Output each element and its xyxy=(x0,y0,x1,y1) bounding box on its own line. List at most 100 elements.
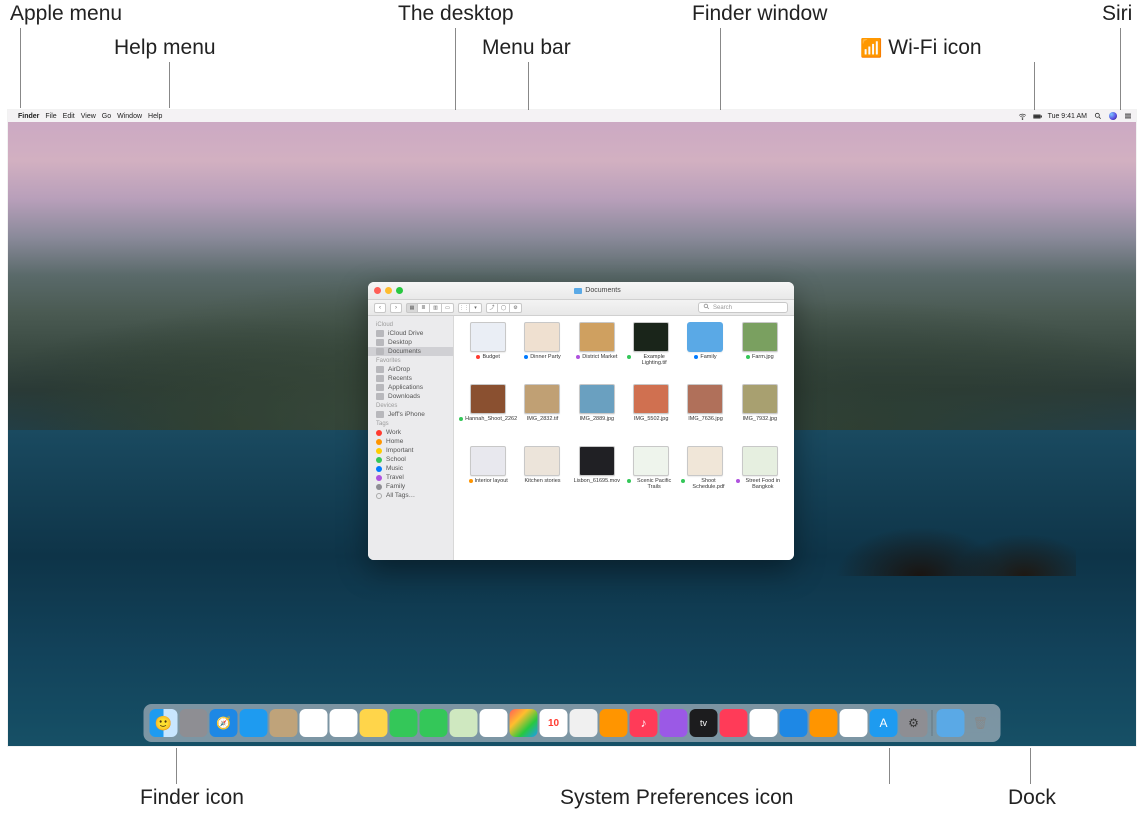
dock-notes-icon[interactable] xyxy=(360,709,388,737)
file-item[interactable]: Dinner Party xyxy=(516,322,568,380)
file-item[interactable]: IMG_7932.jpg xyxy=(734,384,786,442)
finder-window[interactable]: Documents ‹ › ▦ ≣ ▥ ▭ ⋮⋮ ▾ ⤴ ◯ ⚙ xyxy=(368,282,794,560)
dock-music-icon[interactable]: ♪ xyxy=(630,709,658,737)
file-item[interactable]: Example Lighting.tif xyxy=(625,322,677,380)
menu-go[interactable]: Go xyxy=(102,113,111,120)
wifi-status-icon[interactable] xyxy=(1018,112,1027,121)
file-item[interactable]: Shoot Schedule.pdf xyxy=(679,446,731,504)
siri-icon[interactable] xyxy=(1108,112,1117,121)
dock-system-preferences-icon[interactable]: ⚙ xyxy=(900,709,928,737)
menu-window[interactable]: Window xyxy=(117,113,142,120)
file-item[interactable]: Farm.jpg xyxy=(734,322,786,380)
file-item[interactable]: IMG_2889.jpg xyxy=(571,384,623,442)
dock-app-store-icon[interactable]: A xyxy=(870,709,898,737)
sidebar-item-applications[interactable]: Applications xyxy=(368,383,453,392)
dock-facetime-icon[interactable] xyxy=(420,709,448,737)
file-item[interactable]: Hannah_Shoot_2262 xyxy=(462,384,514,442)
sidebar-item-important[interactable]: Important xyxy=(368,446,453,455)
dock-keynote-icon[interactable] xyxy=(780,709,808,737)
dock-cal-date-icon[interactable]: 10 xyxy=(540,709,568,737)
dock-tv-icon[interactable]: tv xyxy=(690,709,718,737)
dock-photos-icon[interactable] xyxy=(480,709,508,737)
gallery-view-button[interactable]: ▭ xyxy=(442,303,454,313)
sidebar-header: Devices xyxy=(368,401,453,410)
close-button[interactable] xyxy=(374,287,381,294)
file-item[interactable]: Scenic Pacific Trails xyxy=(625,446,677,504)
dock-pages-icon[interactable] xyxy=(810,709,838,737)
dock-launchpad-icon[interactable] xyxy=(180,709,208,737)
minimize-button[interactable] xyxy=(385,287,392,294)
file-label-text: IMG_2889.jpg xyxy=(580,416,615,422)
dock-podcasts-icon[interactable] xyxy=(660,709,688,737)
menu-help[interactable]: Help xyxy=(148,113,162,120)
spotlight-icon[interactable] xyxy=(1093,112,1102,121)
dock-shortcuts-icon[interactable] xyxy=(840,709,868,737)
dock-reminders-icon[interactable] xyxy=(330,709,358,737)
dock-news-icon[interactable] xyxy=(720,709,748,737)
file-item[interactable]: District Market xyxy=(571,322,623,380)
search-field[interactable]: Search xyxy=(698,302,788,313)
file-label-text: Example Lighting.tif xyxy=(633,354,675,366)
dock-calendar-icon[interactable] xyxy=(300,709,328,737)
sidebar-item-desktop[interactable]: Desktop xyxy=(368,338,453,347)
dock-mail-icon[interactable] xyxy=(240,709,268,737)
forward-button[interactable]: › xyxy=(390,303,402,313)
notifications-icon[interactable] xyxy=(1123,112,1132,121)
battery-icon[interactable] xyxy=(1033,112,1042,121)
file-item[interactable]: Interior layout xyxy=(462,446,514,504)
sidebar-item-airdrop[interactable]: AirDrop xyxy=(368,365,453,374)
dropdown-icon[interactable]: ▾ xyxy=(470,303,482,313)
dock-trash-icon[interactable]: 🗑 xyxy=(967,709,995,737)
menu-file[interactable]: File xyxy=(45,113,56,120)
file-item[interactable]: Lisbon_61695.mov xyxy=(571,446,623,504)
column-view-button[interactable]: ▥ xyxy=(430,303,442,313)
desktop[interactable]: Finder File Edit View Go Window Help Tue… xyxy=(8,110,1136,746)
sidebar-item-jeff-s-iphone[interactable]: Jeff's iPhone xyxy=(368,410,453,419)
sidebar-item-icloud-drive[interactable]: iCloud Drive xyxy=(368,329,453,338)
action-button[interactable]: ⚙ xyxy=(510,303,522,313)
dock-safari-icon[interactable]: 🧭 xyxy=(210,709,238,737)
wallpaper-rocks xyxy=(816,486,1076,576)
titlebar[interactable]: Documents xyxy=(368,282,794,300)
dock-books-icon[interactable] xyxy=(600,709,628,737)
file-item[interactable]: Street Food in Bangkok xyxy=(734,446,786,504)
dock-finder-icon[interactable]: 🙂 xyxy=(150,709,178,737)
sidebar-item-family[interactable]: Family xyxy=(368,482,453,491)
zoom-button[interactable] xyxy=(396,287,403,294)
callout-finder-window: Finder window xyxy=(692,2,827,26)
file-item[interactable]: IMG_2832.tif xyxy=(516,384,568,442)
file-item[interactable]: Kitchen stories xyxy=(516,446,568,504)
sidebar-item-recents[interactable]: Recents xyxy=(368,374,453,383)
icon-view-button[interactable]: ▦ xyxy=(406,303,418,313)
sidebar-item-label: Travel xyxy=(386,474,404,481)
sidebar-item-all-tags-[interactable]: All Tags… xyxy=(368,491,453,500)
dock-contacts-icon[interactable] xyxy=(270,709,298,737)
dock-maps-icon[interactable] xyxy=(450,709,478,737)
dock-messages-icon[interactable] xyxy=(390,709,418,737)
menu-view[interactable]: View xyxy=(81,113,96,120)
back-button[interactable]: ‹ xyxy=(374,303,386,313)
dock-numbers-icon[interactable] xyxy=(750,709,778,737)
dock-preview-icon[interactable] xyxy=(570,709,598,737)
sidebar-item-work[interactable]: Work xyxy=(368,428,453,437)
file-item[interactable]: Family xyxy=(679,322,731,380)
sidebar-item-school[interactable]: School xyxy=(368,455,453,464)
file-item[interactable]: IMG_5502.jpg xyxy=(625,384,677,442)
list-view-button[interactable]: ≣ xyxy=(418,303,430,313)
sidebar-item-downloads[interactable]: Downloads xyxy=(368,392,453,401)
file-item[interactable]: IMG_7636.jpg xyxy=(679,384,731,442)
sidebar-item-home[interactable]: Home xyxy=(368,437,453,446)
sidebar-item-documents[interactable]: Documents xyxy=(368,347,453,356)
arrange-button[interactable]: ⋮⋮ xyxy=(458,303,470,313)
dock-photo-booth-icon[interactable] xyxy=(510,709,538,737)
file-item[interactable]: Budget xyxy=(462,322,514,380)
tags-button[interactable]: ◯ xyxy=(498,303,510,313)
menu-edit[interactable]: Edit xyxy=(63,113,75,120)
menu-app-name[interactable]: Finder xyxy=(18,113,39,120)
dock-downloads-icon[interactable] xyxy=(937,709,965,737)
file-thumbnail xyxy=(687,446,723,476)
share-button[interactable]: ⤴ xyxy=(486,303,498,313)
sidebar-item-travel[interactable]: Travel xyxy=(368,473,453,482)
sidebar-item-music[interactable]: Music xyxy=(368,464,453,473)
menubar-clock[interactable]: Tue 9:41 AM xyxy=(1048,113,1087,120)
